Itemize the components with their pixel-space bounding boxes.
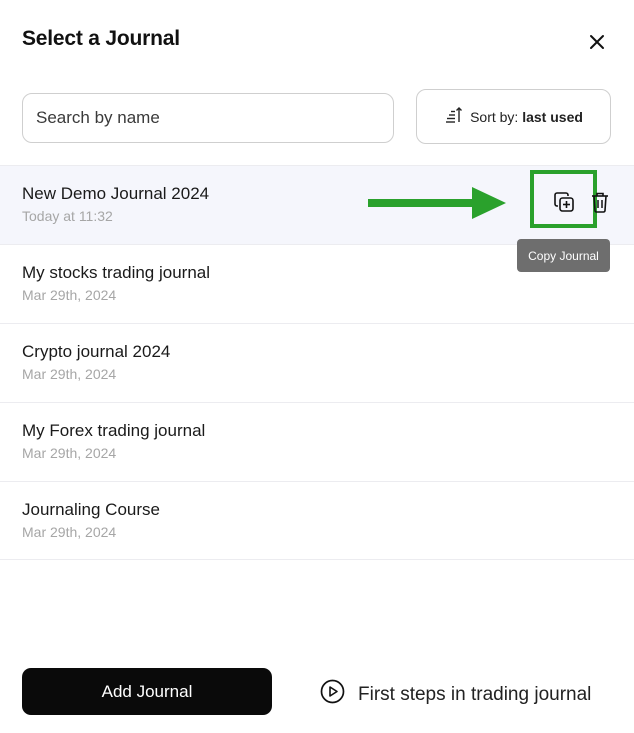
journal-name: Crypto journal 2024 <box>22 342 171 361</box>
sort-button[interactable]: Sort by: last used <box>416 89 611 144</box>
play-circle-icon <box>320 679 345 710</box>
search-input[interactable] <box>22 93 394 143</box>
sort-label-prefix: Sort by: <box>470 108 519 125</box>
first-steps-label: First steps in trading journal <box>358 683 592 705</box>
journal-name: My stocks trading journal <box>22 263 211 282</box>
journal-date: Mar 29th, 2024 <box>22 287 117 303</box>
journal-name: New Demo Journal 2024 <box>22 184 210 203</box>
sort-icon <box>444 106 463 127</box>
select-journal-dialog: Select a Journal Sort by: last used New … <box>0 0 634 733</box>
sort-label-value: last used <box>522 108 583 125</box>
journal-row[interactable]: Journaling Course Mar 29th, 2024 <box>0 481 634 560</box>
sort-label: Sort by: last used <box>470 109 583 125</box>
journal-date: Mar 29th, 2024 <box>22 366 117 382</box>
journal-row[interactable]: My Forex trading journal Mar 29th, 2024 <box>0 402 634 481</box>
dialog-title: Select a Journal <box>22 27 180 50</box>
trash-icon[interactable] <box>588 189 612 215</box>
annotation-arrow-icon <box>368 186 508 225</box>
journal-date: Today at 11:32 <box>22 208 113 224</box>
annotation-highlight-box <box>530 170 597 228</box>
close-icon[interactable] <box>584 29 610 55</box>
journal-name: My Forex trading journal <box>22 421 206 440</box>
add-journal-button[interactable]: Add Journal <box>22 668 272 715</box>
journal-row[interactable]: Crypto journal 2024 Mar 29th, 2024 <box>0 323 634 402</box>
copy-journal-tooltip: Copy Journal <box>517 239 610 272</box>
journal-date: Mar 29th, 2024 <box>22 524 117 540</box>
journal-name: Journaling Course <box>22 500 160 519</box>
first-steps-link[interactable]: First steps in trading journal <box>320 679 591 710</box>
journal-date: Mar 29th, 2024 <box>22 445 117 461</box>
